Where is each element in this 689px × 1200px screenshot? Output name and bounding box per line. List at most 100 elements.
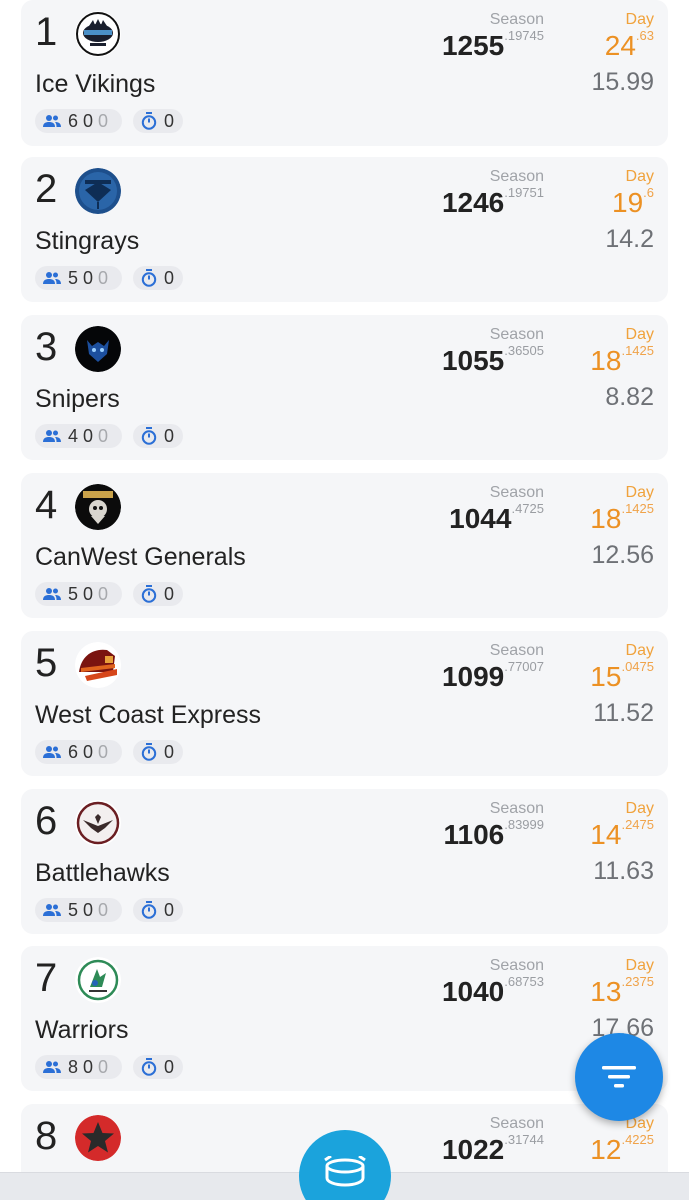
members-chip[interactable]: 800 — [35, 1055, 123, 1079]
timer-count: 0 — [164, 583, 175, 604]
day-score: 18.1425 — [590, 343, 654, 377]
timer-chip[interactable]: 0 — [133, 109, 184, 133]
team-card[interactable]: 5 West Coast Express 600 0 Season 1099.7… — [21, 631, 668, 776]
members-count: 5 — [68, 267, 84, 288]
team-rank: 8 — [35, 1114, 58, 1158]
timer-count: 0 — [164, 741, 175, 762]
day-score-dec: .1425 — [621, 501, 654, 516]
day-label: Day — [625, 326, 654, 343]
team-card[interactable]: 6 Battlehawks 500 0 Season 1106.83999 Da… — [21, 789, 668, 934]
day-score-int: 24 — [604, 30, 636, 61]
stopwatch-icon — [141, 1058, 157, 1076]
team-chips: 500 0 — [35, 898, 184, 922]
snipers-logo — [75, 326, 121, 372]
timer-chip[interactable]: 0 — [133, 266, 184, 290]
people-icon — [43, 1061, 61, 1073]
day-label: Day — [625, 484, 654, 501]
team-name: Stingrays — [35, 227, 140, 255]
team-card[interactable]: 4 CanWest Generals 500 0 Season 1044.472… — [21, 473, 668, 618]
people-icon — [43, 115, 61, 127]
members-tail: 0 — [98, 583, 114, 604]
timer-chip[interactable]: 0 — [133, 898, 184, 922]
day-score-int: 12 — [590, 1134, 622, 1165]
season-score-int: 1106 — [443, 819, 505, 850]
timer-chip[interactable]: 0 — [133, 740, 184, 764]
timer-chip[interactable]: 0 — [133, 424, 184, 448]
day-score-dec: .6 — [643, 185, 654, 200]
team-chips: 600 0 — [35, 740, 184, 764]
members-chip[interactable]: 500 — [35, 582, 123, 606]
hockey-icon — [324, 1156, 366, 1187]
express-logo — [75, 642, 121, 688]
members-chip[interactable]: 400 — [35, 424, 123, 448]
members-chip[interactable]: 600 — [35, 109, 123, 133]
timer-count: 0 — [164, 110, 175, 131]
day-score-dec: .63 — [635, 28, 654, 43]
team-rank: 7 — [35, 956, 58, 1000]
day-score-dec: .2375 — [621, 974, 654, 989]
day-score-dec: .4225 — [621, 1132, 654, 1147]
day-label: Day — [625, 11, 654, 28]
day-score-dec: .2475 — [621, 817, 654, 832]
season-score-dec: .83999 — [504, 817, 544, 832]
team-card[interactable]: 2 Stingrays 500 0 Season 1246.19751 Day … — [21, 157, 668, 302]
team-chips: 400 0 — [35, 424, 184, 448]
team-chips: 600 0 — [35, 109, 184, 133]
people-icon — [43, 430, 61, 442]
ice-vikings-logo — [75, 11, 121, 57]
season-label: Season — [489, 957, 544, 974]
people-icon — [43, 588, 61, 600]
warriors-logo — [75, 957, 121, 1003]
members-count: 6 — [68, 110, 84, 131]
timer-count: 0 — [164, 267, 175, 288]
day-label: Day — [625, 957, 654, 974]
stopwatch-icon — [141, 743, 157, 761]
members-tail: 0 — [98, 267, 114, 288]
star-logo — [75, 1115, 121, 1161]
team-card[interactable]: 1 Ice Vikings 600 0 Season 1255.19745 Da… — [21, 0, 668, 146]
members-tail: 0 — [98, 741, 114, 762]
season-score-dec: .31744 — [504, 1132, 544, 1147]
members-chip[interactable]: 500 — [35, 898, 123, 922]
members-zero: 0 — [83, 899, 99, 920]
season-score-int: 1022 — [441, 1134, 505, 1165]
team-card[interactable]: 3 Snipers 400 0 Season 1055.36505 Day 18… — [21, 315, 668, 460]
day-score-int: 18 — [590, 345, 622, 376]
season-score: 1044.4725 — [449, 501, 544, 535]
team-chips: 500 0 — [35, 266, 184, 290]
filter-button[interactable] — [575, 1033, 663, 1121]
members-zero: 0 — [83, 425, 99, 446]
team-name: Snipers — [35, 385, 120, 413]
team-rank: 2 — [35, 167, 58, 211]
team-rank: 4 — [35, 483, 58, 527]
members-tail: 0 — [98, 1056, 114, 1077]
total-score: 11.52 — [593, 699, 654, 727]
members-tail: 0 — [98, 110, 114, 131]
members-zero: 0 — [83, 267, 99, 288]
members-count: 4 — [68, 425, 84, 446]
season-score-dec: .36505 — [504, 343, 544, 358]
season-score: 1255.19745 — [442, 28, 544, 62]
day-score-int: 14 — [590, 819, 622, 850]
timer-chip[interactable]: 0 — [133, 1055, 184, 1079]
timer-chip[interactable]: 0 — [133, 582, 184, 606]
season-score-int: 1044 — [449, 503, 512, 534]
season-label: Season — [489, 1115, 544, 1132]
stopwatch-icon — [141, 427, 157, 445]
season-score-dec: .77007 — [504, 659, 544, 674]
team-card[interactable]: 7 Warriors 800 0 Season 1040.68753 Day 1… — [21, 946, 668, 1091]
season-score: 1246.19751 — [442, 185, 544, 219]
season-label: Season — [489, 800, 544, 817]
members-chip[interactable]: 600 — [35, 740, 123, 764]
day-score-int: 18 — [590, 503, 622, 534]
team-chips: 800 0 — [35, 1055, 184, 1079]
day-score: 19.6 — [612, 185, 654, 219]
season-score-dec: .68753 — [504, 974, 544, 989]
members-chip[interactable]: 500 — [35, 266, 123, 290]
total-score: 8.82 — [605, 383, 654, 411]
season-score: 1106.83999 — [443, 817, 544, 851]
team-rank: 3 — [35, 325, 58, 369]
stopwatch-icon — [141, 112, 157, 130]
members-zero: 0 — [83, 110, 99, 131]
day-score-dec: .1425 — [621, 343, 654, 358]
